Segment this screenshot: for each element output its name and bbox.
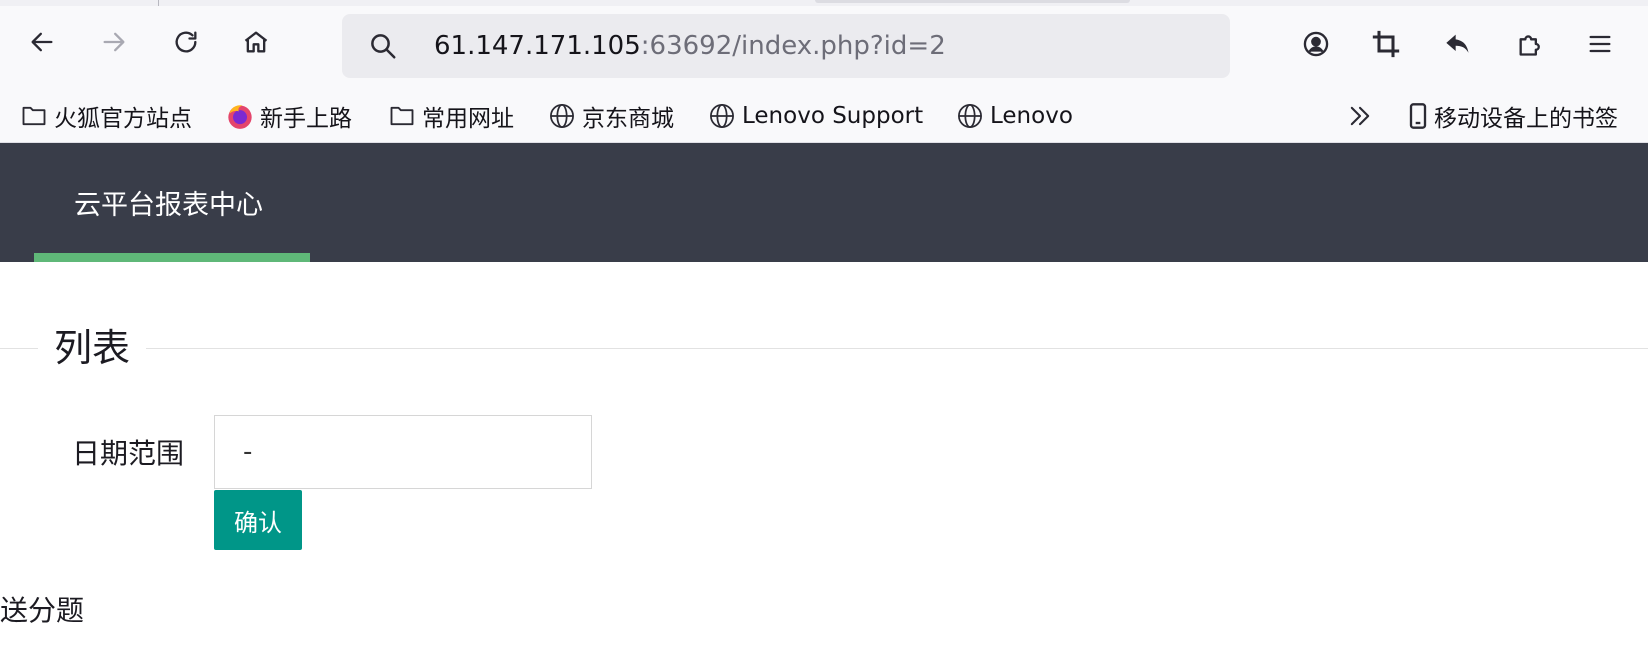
back-button[interactable] (22, 22, 62, 62)
account-button[interactable] (1296, 24, 1336, 64)
puzzle-icon (1519, 35, 1540, 56)
double-chevron-icon (1350, 106, 1370, 126)
nav-active-indicator (34, 253, 310, 262)
globe-icon (550, 104, 574, 128)
page-text: 送分题 (0, 594, 85, 627)
bookmark-item[interactable]: Lenovo (956, 98, 1073, 134)
screenshot-button[interactable] (1366, 24, 1406, 64)
folder-icon (390, 106, 414, 126)
app-menu-button[interactable] (1580, 24, 1620, 64)
bookmark-label: 常用网址 (422, 106, 514, 132)
account-icon (1303, 31, 1329, 57)
firefox-icon (228, 105, 252, 129)
home-icon (244, 31, 268, 53)
bookmark-label: Lenovo Support (742, 103, 924, 129)
globe-icon (958, 104, 982, 128)
url-path: :63692/index.php?id=2 (640, 31, 946, 61)
folder-icon (22, 106, 46, 126)
bookmark-item[interactable]: Lenovo Support (708, 98, 923, 134)
section-divider (0, 348, 1648, 349)
back-arrow-icon (31, 32, 53, 52)
forward-arrow-icon (103, 32, 125, 52)
mobile-bookmarks[interactable]: 移动设备上的书签 (1404, 98, 1618, 134)
date-range-label: 日期范围 (72, 437, 185, 470)
undo-button[interactable] (1438, 24, 1478, 64)
bookmark-label: 京东商城 (582, 106, 674, 132)
tab-separator (158, 0, 159, 6)
nav-title: 云平台报表中心 (74, 190, 263, 221)
browser-chrome: 61.147.171.105:63692/index.php?id=2 火狐官方… (0, 0, 1648, 143)
bookmark-label: 火狐官方站点 (54, 106, 192, 132)
globe-icon (710, 104, 734, 128)
mobile-device-icon (1409, 103, 1427, 129)
hamburger-menu-icon (1589, 35, 1611, 53)
forward-button[interactable] (94, 22, 134, 62)
top-navigation: 云平台报表中心 (0, 143, 1648, 262)
home-button[interactable] (236, 22, 276, 62)
active-tab-edge[interactable] (815, 0, 1130, 3)
confirm-button[interactable]: 确认 (214, 490, 302, 550)
bookmark-item[interactable]: 常用网址 (388, 98, 514, 134)
date-range-input[interactable] (214, 415, 592, 489)
bookmark-item[interactable]: 火狐官方站点 (20, 98, 192, 134)
mobile-bookmarks-label: 移动设备上的书签 (1434, 106, 1618, 132)
url-host: 61.147.171.105 (434, 31, 641, 61)
bookmark-item[interactable]: 京东商城 (548, 98, 674, 134)
bookmark-label: 新手上路 (260, 106, 352, 132)
nav-item-report-center[interactable]: 云平台报表中心 (34, 143, 310, 262)
url-bar[interactable]: 61.147.171.105:63692/index.php?id=2 (342, 14, 1230, 78)
extensions-button[interactable] (1510, 24, 1550, 64)
reload-button[interactable] (166, 22, 206, 62)
url-text[interactable]: 61.147.171.105:63692/index.php?id=2 (434, 28, 946, 64)
reload-icon (175, 31, 197, 53)
bookmark-item[interactable]: 新手上路 (226, 98, 352, 134)
undo-icon (1446, 34, 1469, 53)
search-icon (371, 34, 396, 59)
bookmark-label: Lenovo (990, 103, 1073, 129)
bookmarks-overflow-button[interactable] (1346, 98, 1380, 134)
section-title: 列表 (38, 322, 147, 374)
bookmarks-toolbar: 火狐官方站点 新手上路 常用网址 京东商城 Lenovo Support Len… (0, 94, 1648, 138)
crop-icon (1372, 30, 1400, 58)
